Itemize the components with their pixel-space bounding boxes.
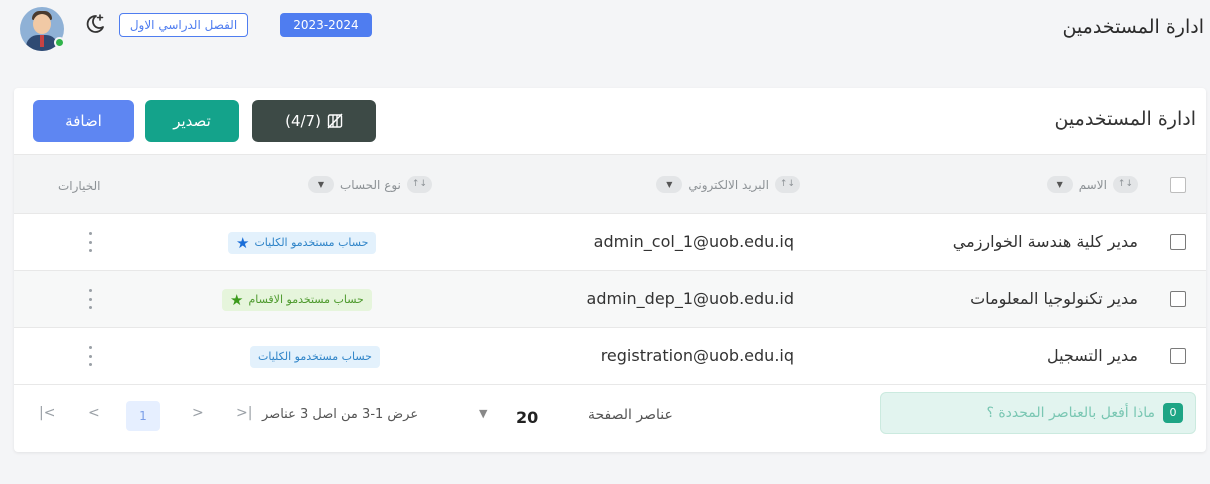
table-footer: 0 ماذا أفعل بالعناصر المحددة ؟ عناصر الص… (14, 385, 1206, 452)
row-checkbox[interactable] (1170, 348, 1186, 364)
add-button[interactable]: اضافة (33, 100, 134, 142)
account-type-badge: حساب مستخدمو الكليات ★ (228, 232, 377, 254)
star-icon: ★ (236, 234, 250, 252)
column-label-options: الخيارات (58, 179, 101, 193)
bulk-actions-label: ماذا أفعل بالعناصر المحددة ؟ (986, 405, 1155, 421)
user-name: مدير تكنولوجيا المعلومات (970, 289, 1138, 308)
table-row[interactable]: مدير التسجيل registration@uob.edu.iq حسا… (14, 328, 1206, 385)
column-visibility-button[interactable]: (4/7) (252, 100, 376, 142)
account-type-badge: حساب مستخدمو الكليات (250, 346, 380, 368)
account-type-label: حساب مستخدمو الكليات (258, 350, 372, 363)
avatar-tie (40, 35, 44, 47)
sort-icon[interactable]: ↓↑ (406, 176, 432, 193)
export-button[interactable]: تصدير (145, 100, 239, 142)
row-checkbox[interactable] (1170, 291, 1186, 307)
column-header-email: ↓↑ البريد الالكتروني ▼ (656, 176, 800, 193)
account-type-label: حساب مستخدمو الكليات (254, 236, 369, 249)
sort-icon[interactable]: ↓↑ (774, 176, 800, 193)
user-email: registration@uob.edu.iq (600, 346, 794, 365)
top-bar: ادارة المستخدمين الفصل الدراسي الاول 202… (0, 0, 1210, 60)
filter-icon[interactable]: ▼ (656, 176, 683, 193)
online-status-dot (54, 37, 65, 48)
chevron-down-icon[interactable]: ▼ (479, 407, 487, 420)
previous-page-icon[interactable]: < (88, 405, 100, 421)
select-all-checkbox[interactable] (1170, 177, 1186, 193)
hide-columns-icon (327, 113, 343, 129)
users-card: ادارة المستخدمين اضافة تصدير (4/7) ↓↑ ال… (14, 88, 1206, 452)
moon-star-icon[interactable] (83, 12, 107, 36)
account-type-badge: حساب مستخدمو الاقسام ★ (222, 289, 372, 311)
user-name: مدير التسجيل (1046, 346, 1138, 365)
column-count: (4/7) (285, 112, 321, 130)
per-page-label: عناصر الصفحة (588, 407, 673, 423)
academic-year-badge[interactable]: 2023-2024 (280, 13, 372, 37)
user-email: admin_col_1@uob.edu.iq (593, 232, 794, 251)
column-label-name: الاسم (1078, 177, 1107, 192)
row-checkbox[interactable] (1170, 234, 1186, 250)
row-options-icon[interactable] (86, 232, 94, 252)
user-email: admin_dep_1@uob.edu.id (586, 289, 794, 308)
first-page-icon[interactable]: |< (39, 405, 55, 421)
table-row[interactable]: مدير كلية هندسة الخوارزمي admin_col_1@uo… (14, 214, 1206, 271)
per-page-select[interactable]: 20 (516, 408, 538, 427)
bulk-actions-button[interactable]: 0 ماذا أفعل بالعناصر المحددة ؟ (880, 392, 1196, 434)
selected-count-badge: 0 (1163, 403, 1183, 423)
column-header-account-type: ↓↑ نوع الحساب ▼ (307, 176, 432, 193)
row-options-icon[interactable] (86, 346, 94, 366)
row-options-icon[interactable] (86, 289, 94, 309)
sort-icon[interactable]: ↓↑ (1112, 176, 1138, 193)
account-type-label: حساب مستخدمو الاقسام (248, 293, 364, 306)
table-row[interactable]: مدير تكنولوجيا المعلومات admin_dep_1@uob… (14, 271, 1206, 328)
filter-icon[interactable]: ▼ (307, 176, 334, 193)
star-icon: ★ (230, 291, 244, 309)
current-page-button[interactable]: 1 (126, 401, 160, 431)
last-page-icon[interactable]: >| (236, 405, 252, 421)
column-header-name: ↓↑ الاسم ▼ (1046, 176, 1138, 193)
column-label-account-type: نوع الحساب (339, 177, 401, 192)
table-header: ↓↑ الاسم ▼ ↓↑ البريد الالكتروني ▼ ↓↑ نوع… (14, 154, 1206, 214)
column-label-email: البريد الالكتروني (688, 177, 769, 192)
card-title: ادارة المستخدمين (1054, 108, 1196, 130)
semester-badge[interactable]: الفصل الدراسي الاول (119, 13, 248, 37)
user-name: مدير كلية هندسة الخوارزمي (952, 232, 1138, 251)
avatar-head (33, 14, 51, 34)
pagination-range: عرض 1-3 من اصل 3 عناصر (262, 407, 419, 422)
filter-icon[interactable]: ▼ (1046, 176, 1073, 193)
next-page-icon[interactable]: > (192, 405, 204, 421)
page-title: ادارة المستخدمين (1062, 16, 1204, 38)
